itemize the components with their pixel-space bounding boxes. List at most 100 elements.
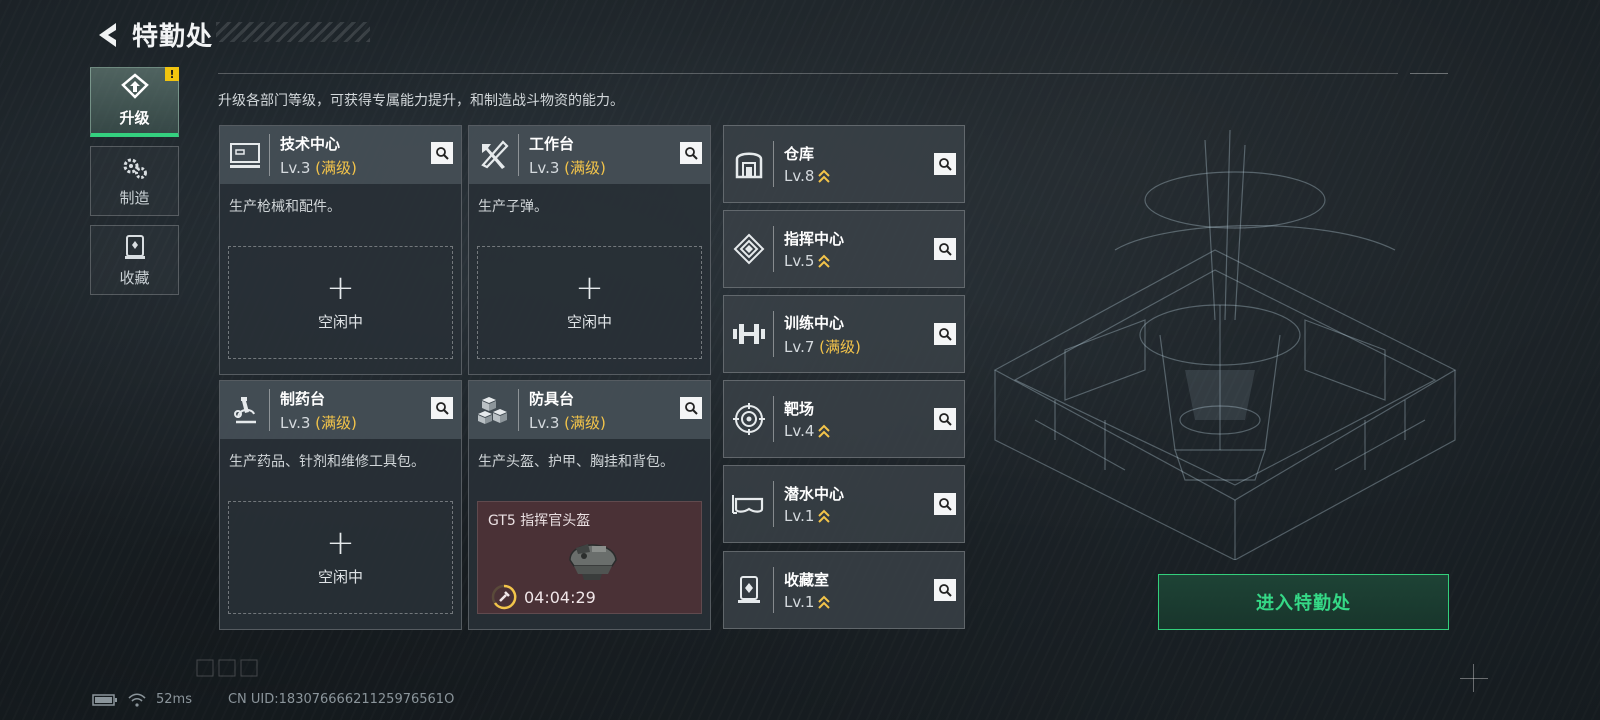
search-icon [685, 147, 698, 160]
station-card-pharmacy: 制药台 Lv.3 (满级) 生产药品、针剂和维修工具包。 + 空闲中 [219, 380, 462, 630]
search-icon [939, 584, 952, 597]
user-uid: CN UID:18307666621125976561O [227, 692, 455, 707]
nav-item-upgrade[interactable]: ! 升级 [90, 67, 179, 137]
search-icon [939, 328, 952, 341]
station-card-workbench: 工作台 Lv.3 (满级) 生产子弹。 + 空闲中 [468, 125, 711, 375]
inspect-button[interactable] [680, 142, 702, 164]
station-name: 制药台 [280, 389, 326, 408]
station-description: 生产子弹。 [478, 199, 548, 215]
facility-level: Lv.4 [784, 422, 831, 440]
command-icon [724, 226, 774, 272]
facility-card-command-center[interactable]: 指挥中心 Lv.5 [723, 210, 965, 288]
search-icon [939, 243, 952, 256]
station-level: Lv.3 (满级) [280, 413, 357, 432]
wifi-icon [128, 692, 146, 707]
crafting-timer: 04:04:29 [524, 588, 596, 607]
search-icon [939, 158, 952, 171]
base-hologram-illustration [993, 129, 1457, 560]
status-bar: 52ms CN UID:18307666621125976561O [92, 692, 454, 707]
collection-icon [124, 234, 145, 259]
inspect-button[interactable] [934, 238, 956, 260]
cubes-icon [469, 389, 519, 431]
nav-label: 升级 [119, 109, 150, 127]
enter-button-label: 进入特勤处 [1256, 593, 1351, 614]
card-header: 防具台 Lv.3 (满级) [469, 381, 710, 439]
station-level: Lv.3 (满级) [280, 158, 357, 177]
facility-level: Lv.7 (满级) [784, 337, 861, 356]
dumbbell-icon [724, 311, 774, 357]
side-nav: ! 升级 制造 收藏 [90, 67, 180, 304]
back-button[interactable] [92, 18, 122, 52]
facility-level: Lv.8 [784, 167, 831, 185]
upgrade-arrow-icon [818, 424, 831, 438]
search-icon [939, 498, 952, 511]
facility-name: 仓库 [784, 145, 815, 163]
station-card-armor-bench: 防具台 Lv.3 (满级) 生产头盔、护甲、胸挂和背包。 GT5 指挥官头盔 0… [468, 380, 711, 630]
nav-item-craft[interactable]: 制造 [90, 146, 179, 216]
upgrade-icon [120, 73, 149, 99]
facility-name: 靶场 [784, 400, 815, 418]
page-description: 升级各部门等级，可获得专属能力提升，和制造战斗物资的能力。 [218, 93, 624, 109]
card-header: 工作台 Lv.3 (满级) [469, 126, 710, 184]
station-description: 生产药品、针剂和维修工具包。 [229, 454, 425, 470]
wrench-progress-icon [491, 584, 517, 610]
facility-card-warehouse[interactable]: 仓库 Lv.8 [723, 125, 965, 203]
search-icon [436, 402, 449, 415]
page-title: 特勤处 [132, 22, 214, 52]
nav-label: 收藏 [119, 268, 150, 287]
production-slot-empty[interactable]: + 空闲中 [228, 246, 453, 359]
facility-card-training-center[interactable]: 训练中心 Lv.7 (满级) [723, 295, 965, 373]
nav-item-collection[interactable]: 收藏 [90, 225, 179, 295]
production-slot-active[interactable]: GT5 指挥官头盔 04:04:29 [477, 501, 702, 614]
facility-card-shooting-range[interactable]: 靶场 Lv.4 [723, 380, 965, 458]
facility-card-collection-room[interactable]: 收藏室 Lv.1 [723, 551, 965, 629]
station-name: 防具台 [529, 389, 575, 408]
inspect-button[interactable] [680, 397, 702, 419]
production-slot-empty[interactable]: + 空闲中 [228, 501, 453, 614]
crosshair-decoration [1460, 678, 1488, 679]
plus-icon: + [326, 523, 355, 563]
search-icon [939, 413, 952, 426]
facility-level: Lv.5 [784, 252, 844, 270]
enter-headquarters-button[interactable]: 进入特勤处 [1158, 574, 1449, 630]
plus-icon: + [326, 268, 355, 308]
station-name: 技术中心 [280, 134, 341, 153]
monitor-icon [220, 134, 270, 176]
station-card-tech-center: 技术中心 Lv.3 (满级) 生产枪械和配件。 + 空闲中 [219, 125, 462, 375]
station-level: Lv.3 (满级) [529, 158, 606, 177]
station-description: 生产头盔、护甲、胸挂和背包。 [478, 454, 674, 470]
inspect-button[interactable] [934, 493, 956, 515]
facility-card-diving-center[interactable]: 潜水中心 Lv.1 [723, 465, 965, 543]
upgrade-arrow-icon [818, 509, 831, 523]
card-header: 技术中心 Lv.3 (满级) [220, 126, 461, 184]
corner-decoration [196, 659, 258, 677]
upgrade-arrow-icon [818, 169, 831, 183]
inspect-button[interactable] [934, 153, 956, 175]
inspect-button[interactable] [934, 408, 956, 430]
battery-icon [92, 693, 117, 706]
station-name: 工作台 [529, 134, 575, 153]
station-description: 生产枪械和配件。 [229, 199, 341, 215]
upgrade-arrow-icon [818, 595, 831, 609]
divider [218, 73, 1398, 74]
inspect-button[interactable] [934, 323, 956, 345]
gears-icon [123, 158, 147, 179]
back-arrow-icon [99, 22, 116, 47]
tools-icon [469, 134, 519, 176]
production-slot-empty[interactable]: + 空闲中 [477, 246, 702, 359]
microscope-icon [220, 389, 270, 431]
target-icon [724, 396, 774, 442]
helmet-icon [569, 544, 617, 580]
warehouse-icon [724, 141, 774, 187]
warning-badge: ! [165, 67, 179, 81]
facility-level: Lv.1 [784, 593, 831, 611]
crosshair-decoration [1473, 664, 1474, 692]
inspect-button[interactable] [431, 397, 453, 419]
search-icon [685, 402, 698, 415]
divider [1410, 73, 1448, 74]
inspect-button[interactable] [934, 579, 956, 601]
inspect-button[interactable] [431, 142, 453, 164]
slot-status: 空闲中 [317, 568, 363, 586]
slot-status: 空闲中 [317, 313, 363, 331]
slot-status: 空闲中 [566, 313, 612, 331]
